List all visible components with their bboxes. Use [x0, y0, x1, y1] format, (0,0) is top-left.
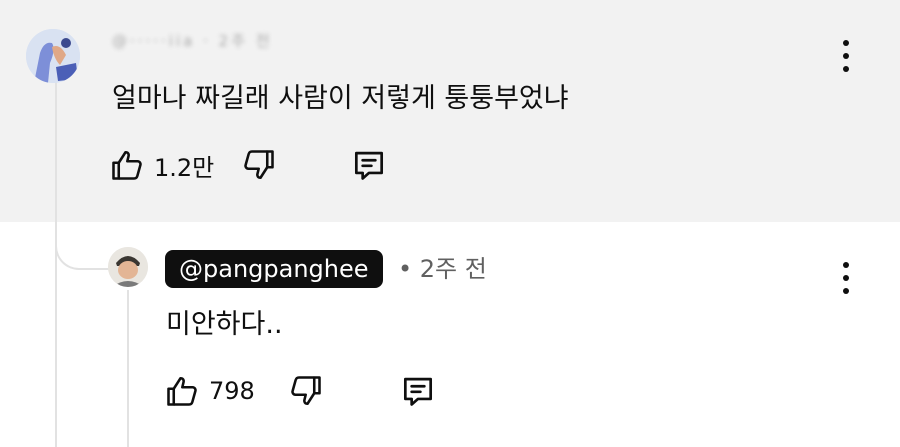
reply-reply-button[interactable] [399, 372, 437, 410]
avatar[interactable] [26, 29, 80, 83]
reply-more-options-button[interactable] [836, 260, 856, 296]
reply-button[interactable] [350, 146, 388, 184]
comment-text: 얼마나 짜길래 사람이 저렇게 퉁퉁부었냐 [112, 83, 569, 114]
comment-reply-icon [355, 151, 384, 180]
reply-actions: 798 [163, 372, 437, 410]
more-vertical-icon [843, 262, 849, 268]
comment-actions: 1.2만 [108, 146, 388, 184]
reply-like-count: 798 [209, 377, 255, 405]
thumbs-down-icon [244, 150, 275, 180]
reply-author-handle[interactable]: @pangpanghee [165, 250, 383, 288]
reply-text: 미안하다.. [166, 309, 283, 340]
reply-timestamp: • 2주 전 [398, 255, 487, 283]
reply-avatar[interactable] [108, 247, 148, 287]
thumbs-up-icon [112, 150, 142, 180]
thread-connector [55, 218, 111, 270]
more-options-button[interactable] [836, 38, 856, 74]
reply-like-button[interactable] [163, 372, 201, 410]
reply-thread-line [127, 290, 129, 447]
more-vertical-icon [843, 40, 849, 46]
like-button[interactable] [108, 146, 146, 184]
dislike-button[interactable] [240, 146, 278, 184]
thumbs-up-icon [167, 376, 197, 406]
avatar-image [26, 29, 80, 83]
comment-author[interactable]: @·····iia · 2주 전 [112, 30, 402, 52]
thumbs-down-icon [291, 376, 321, 406]
reply-avatar-image [108, 247, 148, 287]
thread-line [55, 80, 57, 447]
like-count: 1.2만 [154, 153, 215, 182]
comment-reply-icon [403, 377, 432, 406]
reply-dislike-button[interactable] [287, 372, 325, 410]
